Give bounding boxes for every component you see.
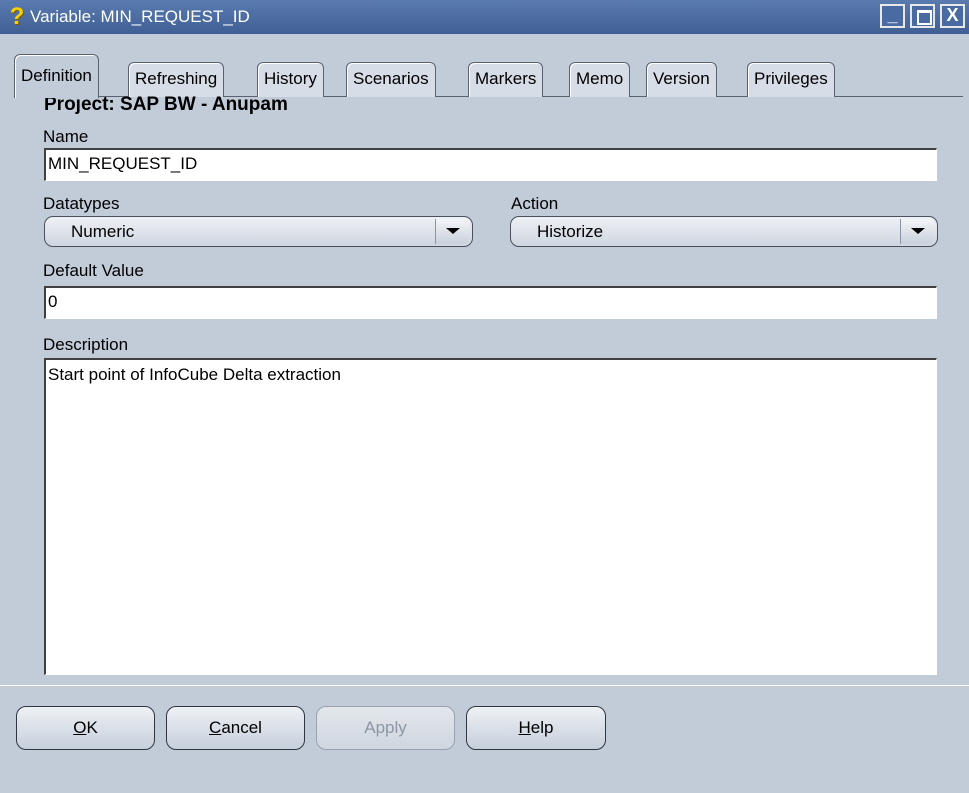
cancel-label: ancel — [221, 718, 262, 737]
cancel-button[interactable]: Cancel — [166, 706, 305, 750]
cancel-mnemonic: C — [209, 718, 222, 737]
ok-label: K — [86, 718, 98, 737]
action-dropdown[interactable]: Historize — [510, 216, 938, 247]
default-value-label: Default Value — [43, 261, 144, 280]
window-title: Variable: MIN_REQUEST_ID — [30, 7, 250, 26]
tab-markers[interactable]: Markers — [468, 62, 544, 97]
help-mnemonic: H — [518, 718, 531, 737]
name-label: Name — [43, 127, 89, 146]
tab-refreshing[interactable]: Refreshing — [128, 62, 225, 97]
help-button[interactable]: Help — [466, 706, 606, 750]
title-bar[interactable]: ? Variable: MIN_REQUEST_ID _ X — [0, 0, 969, 34]
variable-dialog: ? Variable: MIN_REQUEST_ID _ X Definitio… — [0, 0, 969, 793]
close-icon: X — [946, 5, 959, 25]
ok-mnemonic: O — [73, 718, 87, 737]
action-label: Action — [511, 194, 559, 213]
datatypes-label: Datatypes — [43, 194, 120, 213]
tab-version[interactable]: Version — [646, 62, 717, 97]
tab-memo[interactable]: Memo — [569, 62, 631, 97]
apply-button[interactable]: Apply — [316, 706, 455, 750]
question-mark-icon: ? — [9, 3, 25, 30]
close-button[interactable]: X — [940, 4, 965, 28]
minimize-button[interactable]: _ — [880, 4, 905, 28]
tab-privileges[interactable]: Privileges — [747, 62, 835, 97]
minimize-icon: _ — [887, 5, 898, 25]
datatypes-dropdown[interactable]: Numeric — [44, 216, 473, 247]
chevron-down-icon[interactable] — [900, 219, 935, 244]
default-value-field[interactable]: 0 — [44, 286, 937, 319]
tab-history[interactable]: History — [257, 62, 324, 97]
tab-definition[interactable]: Definition — [14, 54, 99, 98]
ok-button[interactable]: OK — [16, 706, 155, 750]
name-field[interactable]: MIN_REQUEST_ID — [44, 148, 937, 181]
tab-scenarios[interactable]: Scenarios — [346, 62, 436, 97]
maximize-button[interactable] — [910, 4, 935, 28]
chevron-down-icon[interactable] — [435, 219, 470, 244]
datatypes-selected-value: Numeric — [71, 222, 135, 241]
action-selected-value: Historize — [537, 222, 604, 241]
description-textarea[interactable]: Start point of InfoCube Delta extraction — [44, 358, 937, 675]
button-bar: OK Cancel Apply Help — [0, 685, 969, 760]
help-label: elp — [530, 718, 554, 737]
description-label: Description — [43, 335, 129, 354]
